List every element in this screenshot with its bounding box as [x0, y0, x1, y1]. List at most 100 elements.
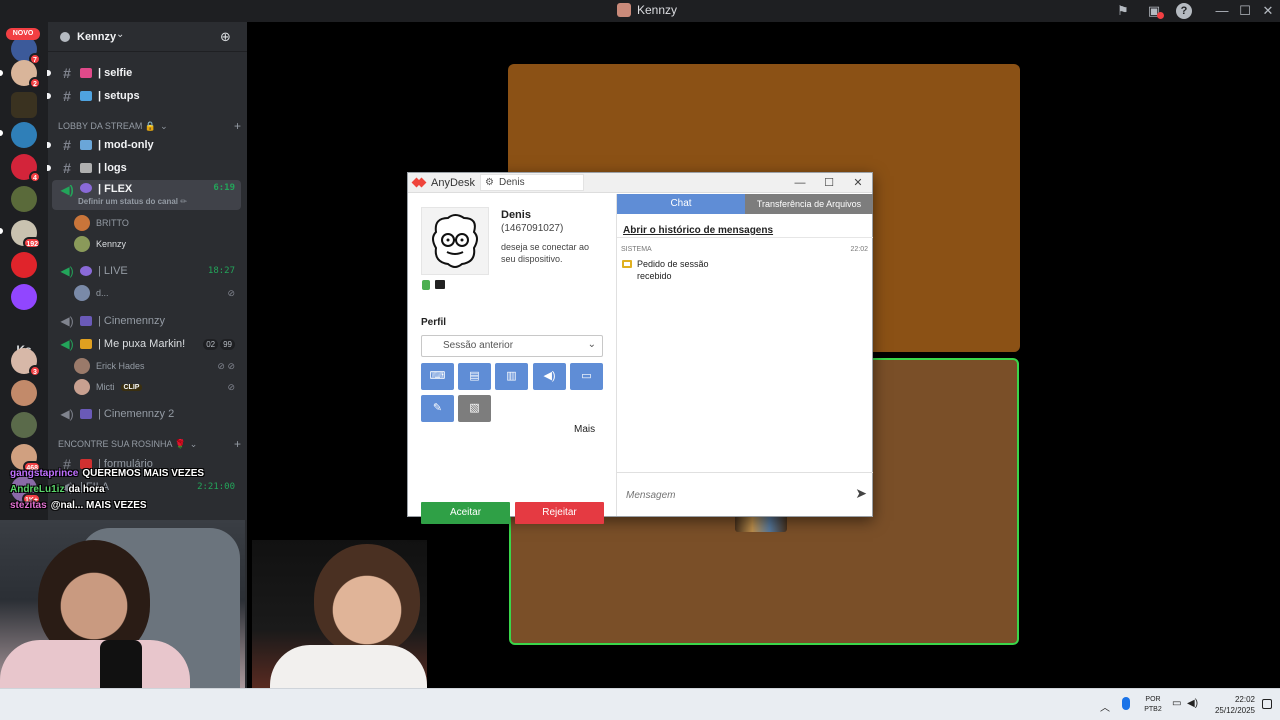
guest-head	[314, 544, 420, 654]
minimize-icon[interactable]: —	[793, 176, 807, 190]
channel-emoji	[80, 339, 92, 349]
deafened-icon: ⊘	[227, 381, 235, 392]
chevron-down-icon: ⌄	[116, 29, 125, 40]
channel-selfie[interactable]: # | selfie	[47, 62, 241, 84]
server-icon[interactable]: 4	[11, 154, 41, 183]
chat-username: gangstaprince	[10, 468, 79, 479]
channel-logs[interactable]: # | logs	[47, 157, 241, 179]
chat-text: da hora	[68, 484, 105, 495]
voice-channel-live[interactable]: ◀) | LIVE 18:27	[52, 260, 241, 282]
server-badge: 4	[29, 171, 41, 183]
server-icon[interactable]: 2	[11, 60, 41, 89]
close-icon[interactable]: ✕	[851, 176, 865, 190]
privacy-mode-button[interactable]: ▧	[458, 395, 491, 422]
maximize-icon[interactable]: ☐	[1237, 3, 1253, 19]
help-icon[interactable]: ?	[1176, 3, 1192, 19]
notification-icon[interactable]	[1262, 699, 1272, 709]
requester-id[interactable]: (1467091027)	[501, 223, 563, 234]
voice-user[interactable]: Micti CLIP ⊘	[74, 377, 241, 397]
twitch-server-icon[interactable]	[11, 284, 37, 310]
chevron-down-icon: ⌄	[587, 339, 596, 350]
tab-chat[interactable]: Chat	[617, 194, 745, 214]
maximize-icon[interactable]: ☐	[822, 176, 836, 190]
category-rosinha[interactable]: ENCONTRE SUA ROSINHA 🌹 ⌄ +	[58, 436, 241, 452]
profile-select-value: Sessão anterior	[443, 340, 514, 351]
add-channel-icon[interactable]: +	[234, 437, 241, 451]
add-channel-icon[interactable]: +	[234, 119, 241, 133]
system-clock[interactable]: 22:02 25/12/2025	[1205, 694, 1255, 716]
screen-permission-button[interactable]: ▭	[570, 363, 603, 390]
server-icon[interactable]: 3	[11, 348, 41, 377]
screen-icon: ▭	[581, 370, 592, 382]
open-history-link[interactable]: Abrir o histórico de mensagens	[623, 225, 773, 236]
voice-user[interactable]: Erick Hades ⊘ ⊘	[74, 356, 241, 376]
channel-status[interactable]: Definir um status do canal ✏	[78, 197, 187, 206]
chevron-up-icon[interactable]: ︿	[1100, 699, 1110, 714]
desktop: Kennzy ⚑ ▣ ? — ☐ ✕ 7 NOVO 2 4 192 Ks 3 4…	[0, 0, 1280, 720]
network-icon[interactable]: ▭	[1172, 698, 1181, 709]
voice-user[interactable]: BRITTO	[74, 213, 241, 233]
server-icon[interactable]	[11, 380, 37, 406]
sound-permission-button[interactable]: ◀)	[533, 363, 566, 390]
file-permission-button[interactable]: ▤	[458, 363, 491, 390]
inbox-notification-dot	[1157, 12, 1164, 19]
server-icon[interactable]	[11, 412, 37, 438]
category-label: LOBBY DA STREAM 🔒	[58, 120, 157, 131]
channel-emoji	[80, 91, 92, 101]
inbox-icon[interactable]: ▣	[1146, 3, 1164, 19]
session-tab[interactable]: ⚙ Denis	[480, 174, 584, 191]
server-icon[interactable]: 468	[11, 444, 41, 473]
accept-button[interactable]: Aceitar	[421, 502, 510, 524]
request-panel: Denis (1467091027) deseja se conectar ao…	[408, 194, 615, 524]
tab-file-transfer[interactable]: Transferência de Arquivos	[745, 194, 873, 214]
input-language[interactable]: POR PTB2	[1143, 695, 1163, 715]
close-icon[interactable]: ✕	[1260, 3, 1276, 19]
clipboard-icon: ▥	[506, 370, 517, 382]
profile-label: Perfil	[421, 317, 447, 328]
session-tab-label: Denis	[499, 177, 525, 188]
category-lobby[interactable]: LOBBY DA STREAM 🔒 ⌄ +	[58, 118, 241, 134]
send-icon[interactable]: ➤	[855, 485, 867, 502]
volume-icon[interactable]: ◀)	[1187, 698, 1198, 709]
server-icon[interactable]	[11, 92, 37, 118]
keyboard-mouse-permission-button[interactable]: ⌨	[421, 363, 454, 390]
chat-username: AndreLu1iz	[10, 484, 65, 495]
server-icon[interactable]	[11, 186, 37, 212]
channel-mod-only[interactable]: # | mod-only	[47, 134, 241, 156]
clipboard-permission-button[interactable]: ▥	[495, 363, 528, 390]
message-icon	[622, 260, 632, 268]
message-input[interactable]	[626, 490, 826, 501]
channel-emoji	[80, 68, 92, 78]
pen-icon: ✎	[432, 402, 443, 414]
draw-permission-button[interactable]: ✎	[421, 395, 454, 422]
chat-panel: Chat Transferência de Arquivos Abrir o h…	[616, 194, 873, 516]
message-composer: ➤	[617, 472, 873, 515]
channel-label: | setups	[98, 90, 140, 102]
reject-button[interactable]: Rejeitar	[515, 502, 604, 524]
avatar	[74, 215, 90, 231]
server-icon[interactable]	[11, 122, 37, 148]
chat-text: QUEREMOS MAIS VEZES	[82, 468, 205, 479]
flag-icon[interactable]: ⚑	[1115, 3, 1131, 19]
clip-badge: CLIP	[120, 383, 143, 391]
server-icon[interactable]	[11, 252, 37, 278]
more-options-link[interactable]: Mais	[574, 424, 595, 435]
add-member-icon[interactable]: ⊕	[220, 29, 231, 45]
speaker-icon: ◀)	[60, 337, 74, 351]
voice-channel-cinemennzy[interactable]: ◀) | Cinemennzy	[52, 310, 241, 332]
minimize-icon[interactable]: —	[1214, 3, 1230, 19]
voice-channel-cinemennzy-2[interactable]: ◀) | Cinemennzy 2	[52, 403, 241, 425]
chat-text: @nal... MAIS VEZES	[50, 500, 147, 511]
channel-setups[interactable]: # | setups	[47, 85, 241, 107]
server-icon[interactable]: 192	[11, 220, 41, 249]
voice-channel-flex[interactable]: ◀) | FLEX 6:19 Definir um status do cana…	[52, 180, 241, 210]
voice-user[interactable]: d... ⊘	[74, 283, 241, 303]
guild-header[interactable]: Kennzy ⌄ ⊕	[48, 22, 247, 52]
divider	[617, 237, 873, 238]
channel-label: | selfie	[98, 67, 133, 79]
microphone-icon[interactable]	[1122, 697, 1130, 710]
voice-user[interactable]: Kennzy	[74, 234, 241, 254]
request-text: deseja se conectar ao seu dispositivo.	[501, 242, 590, 264]
voice-channel-markin[interactable]: ◀) | Me puxa Markin! 02 99	[52, 333, 241, 355]
profile-select[interactable]: Sessão anterior ⌄	[421, 335, 603, 357]
